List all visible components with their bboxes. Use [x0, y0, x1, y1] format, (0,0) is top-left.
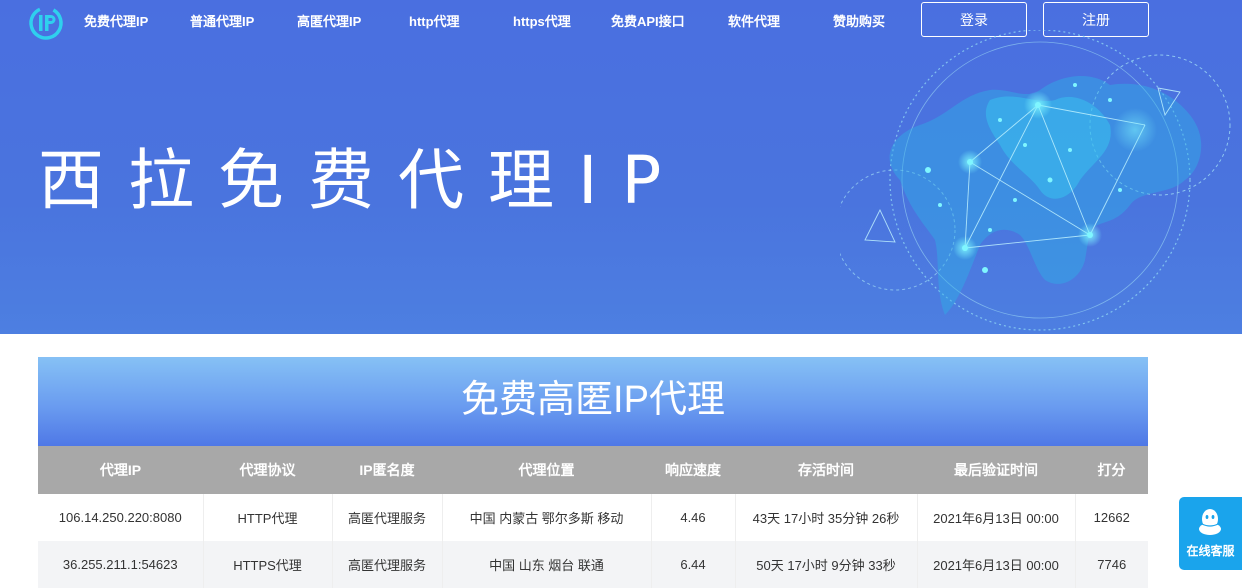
nav-normal-proxy[interactable]: 普通代理IP: [190, 11, 254, 30]
cell-anonymity: 高匿代理服务: [332, 494, 443, 541]
proxy-table: 代理IP 代理协议 IP匿名度 代理位置 响应速度 存活时间 最后验证时间 打分…: [38, 446, 1148, 588]
col-header-anonymity: IP匿名度: [332, 446, 442, 494]
col-header-last-verified: 最后验证时间: [917, 446, 1075, 494]
hero-banner: 免费代理IP 普通代理IP 高匿代理IP http代理 https代理 免费AP…: [0, 0, 1242, 334]
proxy-list-panel: 免费高匿IP代理 代理IP 代理协议 IP匿名度 代理位置 响应速度 存活时间 …: [38, 357, 1148, 588]
col-header-ip: 代理IP: [38, 446, 203, 494]
cell-score: 12662: [1075, 494, 1148, 541]
col-header-score: 打分: [1075, 446, 1148, 494]
cell-anonymity: 高匿代理服务: [332, 541, 443, 588]
cell-ip: 106.14.250.220:8080: [38, 494, 204, 541]
cell-uptime: 43天 17小时 35分钟 26秒: [735, 494, 918, 541]
site-logo-icon[interactable]: [28, 5, 64, 41]
cell-uptime: 50天 17小时 9分钟 33秒: [735, 541, 918, 588]
nav-free-proxy[interactable]: 免费代理IP: [84, 11, 148, 30]
cell-speed: 6.44: [651, 541, 736, 588]
nav-elite-proxy[interactable]: 高匿代理IP: [297, 11, 361, 30]
table-row[interactable]: 36.255.211.1:54623 HTTPS代理 高匿代理服务 中国 山东 …: [38, 541, 1148, 588]
nav-http-proxy[interactable]: http代理: [409, 11, 460, 30]
nav-software-proxy[interactable]: 软件代理: [728, 11, 780, 30]
online-support-label: 在线客服: [1186, 544, 1235, 558]
world-network-illustration: [840, 30, 1231, 331]
table-header-row: 代理IP 代理协议 IP匿名度 代理位置 响应速度 存活时间 最后验证时间 打分: [38, 446, 1148, 494]
cell-protocol: HTTP代理: [203, 494, 333, 541]
col-header-protocol: 代理协议: [203, 446, 332, 494]
nav-sponsor-buy[interactable]: 赞助购买: [833, 11, 885, 30]
table-row[interactable]: 106.14.250.220:8080 HTTP代理 高匿代理服务 中国 内蒙古…: [38, 494, 1148, 541]
col-header-speed: 响应速度: [651, 446, 735, 494]
cell-protocol: HTTPS代理: [203, 541, 333, 588]
col-header-uptime: 存活时间: [735, 446, 917, 494]
cell-score: 7746: [1075, 541, 1148, 588]
hero-title: 西拉免费代理IP: [38, 142, 686, 219]
col-header-location: 代理位置: [442, 446, 651, 494]
cell-location: 中国 山东 烟台 联通: [442, 541, 652, 588]
online-support-button[interactable]: 在线客服: [1179, 497, 1242, 570]
cell-location: 中国 内蒙古 鄂尔多斯 移动: [442, 494, 652, 541]
cell-ip: 36.255.211.1:54623: [38, 541, 204, 588]
nav-https-proxy[interactable]: https代理: [513, 11, 571, 30]
cell-speed: 4.46: [651, 494, 736, 541]
cell-last-verified: 2021年6月13日 00:00: [917, 541, 1076, 588]
panel-title: 免费高匿IP代理: [38, 357, 1148, 446]
cell-last-verified: 2021年6月13日 00:00: [917, 494, 1076, 541]
nav-free-api[interactable]: 免费API接口: [611, 11, 685, 30]
qq-penguin-icon: [1199, 509, 1221, 535]
